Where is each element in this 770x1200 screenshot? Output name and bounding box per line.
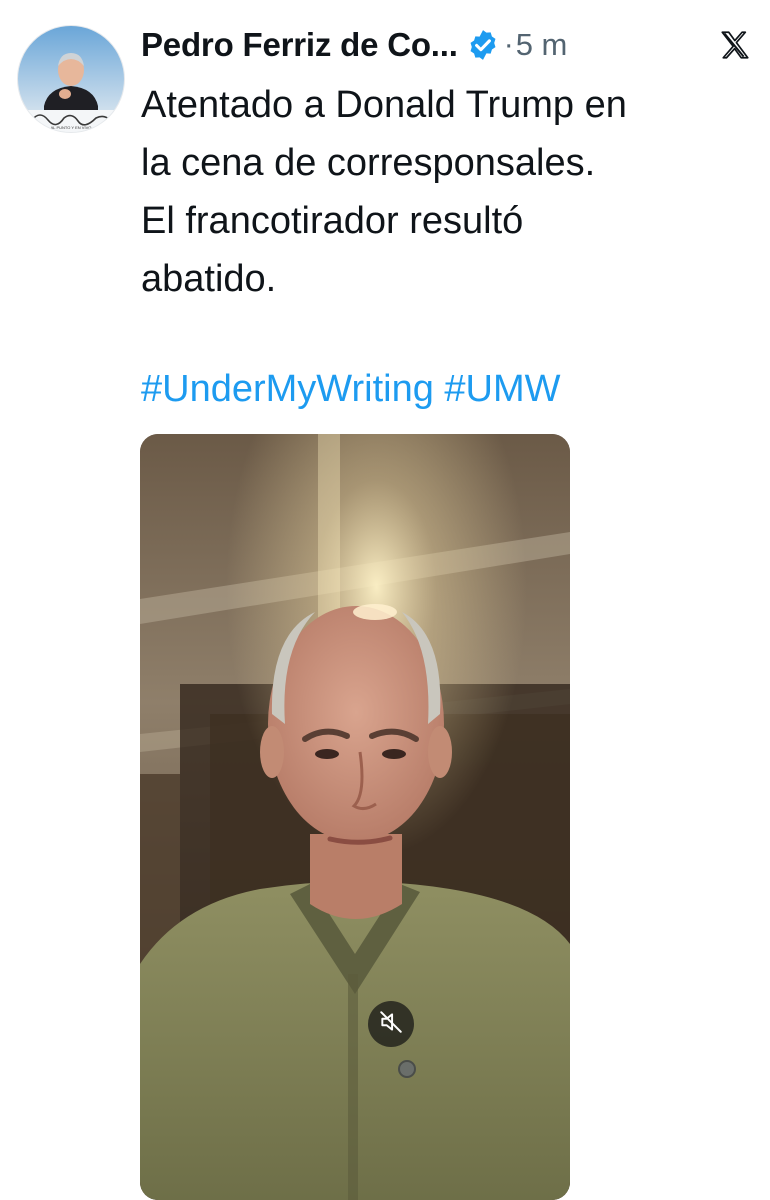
speaker-muted-icon [378,1009,404,1040]
x-logo-icon[interactable] [718,28,752,62]
avatar-caption: AL PUNTO Y EN VIVO [51,125,92,130]
meta-separator: · [503,28,514,61]
hashtag-row: #UnderMyWriting #UMW [141,360,561,418]
avatar-photo: AL PUNTO Y EN VIVO [18,26,124,132]
post-text-line: El francotirador resultó [141,200,524,242]
post-text-line: abatido. [141,258,277,300]
video-player[interactable] [140,434,570,1200]
post-text-line: la cena de corresponsales. [141,142,596,184]
post-text: Atentado a Donald Trump en la cena de co… [141,76,756,308]
tweet-card: AL PUNTO Y EN VIVO Pedro Ferriz de Co...… [0,0,770,1200]
post-header: Pedro Ferriz de Co... · 5 m [141,22,567,68]
post-text-line: Atentado a Donald Trump en [141,84,627,126]
author-name[interactable]: Pedro Ferriz de Co... [141,26,458,64]
mute-toggle-button[interactable] [368,1001,414,1047]
author-avatar[interactable]: AL PUNTO Y EN VIVO [17,25,125,133]
verified-badge-icon [466,28,500,62]
timestamp[interactable]: 5 m [516,27,568,63]
video-frame [140,434,570,1200]
hashtag-link[interactable]: #UnderMyWriting [141,368,434,410]
hashtag-link[interactable]: #UMW [444,368,560,410]
